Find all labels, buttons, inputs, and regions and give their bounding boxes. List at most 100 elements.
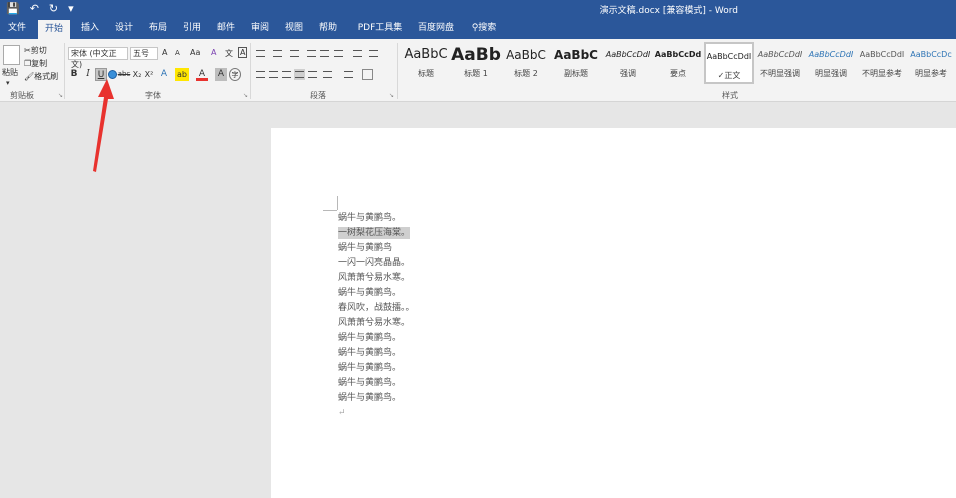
paragraph-line[interactable]: 蜗牛与黄鹂鸟。 <box>338 287 401 299</box>
multilevel-list-icon[interactable] <box>289 48 300 59</box>
justify-icon[interactable] <box>294 69 305 80</box>
tab-help[interactable]: 帮助 <box>314 18 342 39</box>
paragraph-line[interactable]: 风萧萧兮易水寒。 <box>338 272 410 284</box>
paragraph-line[interactable]: 春风吹，战鼓擂。。 <box>338 302 415 314</box>
style-title[interactable]: AaBbC 标题 <box>401 42 451 84</box>
enclose-characters-button[interactable]: 字 <box>229 68 241 81</box>
paragraph-line-selected[interactable]: 一树梨花压海棠。 <box>338 227 411 239</box>
customize-qat-icon[interactable]: ▾ <box>68 2 74 16</box>
paragraph-launcher-icon[interactable]: ↘ <box>389 92 394 99</box>
paragraph-line[interactable]: 蜗牛与黄鹂鸟 <box>338 242 392 254</box>
increase-indent-icon[interactable] <box>319 48 330 59</box>
tab-file[interactable]: 文件 <box>0 18 34 39</box>
align-center-icon[interactable] <box>268 69 279 80</box>
style-subtitle[interactable]: AaBbC 副标题 <box>551 42 601 84</box>
group-separator <box>250 43 251 99</box>
ribbon-tabs: 文件 开始 插入 设计 布局 引用 邮件 审阅 视图 帮助 PDF工具集 百度网… <box>0 18 956 39</box>
decrease-indent-icon[interactable] <box>306 48 317 59</box>
sort-icon[interactable] <box>352 48 363 59</box>
clear-formatting-button[interactable]: A <box>211 48 216 57</box>
quick-access-toolbar: 💾 ↶ ↻ ▾ <box>6 2 74 16</box>
group-separator <box>64 43 65 99</box>
style-heading-1[interactable]: AaBb 标题 1 <box>451 42 501 84</box>
shading-icon[interactable] <box>343 69 354 80</box>
distributed-icon[interactable] <box>307 69 318 80</box>
paste-icon[interactable] <box>3 45 20 65</box>
tab-references[interactable]: 引用 <box>178 18 206 39</box>
tab-review[interactable]: 审阅 <box>246 18 274 39</box>
tab-baidu-netdisk[interactable]: 百度网盘 <box>414 18 458 39</box>
character-border-button[interactable]: A <box>238 47 248 58</box>
paste-dropdown-icon[interactable]: ▾ <box>6 79 10 87</box>
strikethrough-button[interactable]: abc <box>117 68 131 81</box>
cut-button[interactable]: ✂剪切 <box>24 45 47 56</box>
font-group-label: 字体 <box>145 91 161 100</box>
tab-design[interactable]: 设计 <box>110 18 138 39</box>
style-strong[interactable]: AaBbCcDd 要点 <box>653 42 703 84</box>
clipboard-group-label: 剪贴板 <box>10 91 34 100</box>
clipboard-launcher-icon[interactable]: ↘ <box>58 92 63 99</box>
paragraph-line[interactable]: 蜗牛与黄鹂鸟。 <box>338 392 401 404</box>
style-normal[interactable]: AaBbCcDdI ✓正文 <box>704 42 754 84</box>
document-page[interactable]: 蜗牛与黄鹂鸟。 一树梨花压海棠。 蜗牛与黄鹂鸟 一闪一闪亮晶晶。 风萧萧兮易水寒… <box>271 128 956 498</box>
style-intense-emphasis[interactable]: AaBbCcDdI 明显强调 <box>806 42 856 84</box>
copy-button[interactable]: ❐复制 <box>24 58 47 69</box>
align-left-icon[interactable] <box>255 69 266 80</box>
scissors-icon: ✂ <box>24 46 31 55</box>
line-spacing-icon[interactable] <box>322 69 333 80</box>
tab-insert[interactable]: 插入 <box>76 18 104 39</box>
tab-view[interactable]: 视图 <box>280 18 308 39</box>
paragraph-line[interactable]: 风萧萧兮易水寒。 <box>338 317 410 329</box>
borders-icon[interactable] <box>362 69 373 80</box>
style-heading-2[interactable]: AaBbC 标题 2 <box>501 42 551 84</box>
font-color-button[interactable]: A <box>196 68 208 81</box>
chinese-layout-icon[interactable] <box>333 48 344 59</box>
paragraph-line[interactable]: 蜗牛与黄鹂鸟。 <box>338 347 401 359</box>
character-shading-button[interactable]: A <box>215 68 227 81</box>
change-case-button[interactable]: Aa <box>190 48 200 57</box>
style-intense-reference[interactable]: AaBbCcDc 明显参考 <box>906 42 956 84</box>
font-size-select[interactable]: 五号 <box>130 47 158 60</box>
superscript-button[interactable]: X² <box>143 68 155 81</box>
align-right-icon[interactable] <box>281 69 292 80</box>
margin-marker <box>337 196 338 210</box>
subscript-button[interactable]: X₂ <box>131 68 143 81</box>
undo-icon[interactable]: ↶ <box>30 2 39 16</box>
paste-button[interactable]: 粘贴 <box>2 67 18 78</box>
window-title: 演示文稿.docx [兼容模式] - Word <box>599 6 738 16</box>
paragraph-line[interactable]: 蜗牛与黄鹂鸟。 <box>338 212 401 224</box>
font-name-select[interactable]: 宋体 (中文正文) <box>68 47 128 69</box>
group-separator <box>397 43 398 99</box>
paragraph-line[interactable]: 蜗牛与黄鹂鸟。 <box>338 332 401 344</box>
paintbrush-icon: 🖌 <box>24 72 35 81</box>
save-icon[interactable]: 💾 <box>6 2 20 16</box>
grow-font-button[interactable]: A <box>162 48 167 57</box>
bold-button[interactable]: B <box>68 68 80 81</box>
tab-search[interactable]: ⚲搜索 <box>464 18 504 39</box>
paragraph-line[interactable]: 蜗牛与黄鹂鸟。 <box>338 377 401 389</box>
tab-pdf-tools[interactable]: PDF工具集 <box>352 18 408 39</box>
style-subtle-emphasis[interactable]: AaBbCcDdI 不明显强调 <box>755 42 805 84</box>
show-marks-icon[interactable] <box>368 48 379 59</box>
bullets-icon[interactable] <box>255 48 266 59</box>
ribbon: 粘贴 ▾ ✂剪切 ❐复制 🖌格式刷 剪贴板 ↘ 宋体 (中文正文) 五号 A A… <box>0 39 956 102</box>
annotation-arrow-icon <box>93 79 114 172</box>
paragraph-line[interactable]: 一闪一闪亮晶晶。 <box>338 257 410 269</box>
style-emphasis[interactable]: AaBbCcDdI 强调 <box>603 42 653 84</box>
font-launcher-icon[interactable]: ↘ <box>243 92 248 99</box>
paragraph-line[interactable]: 蜗牛与黄鹂鸟。 <box>338 362 401 374</box>
margin-marker <box>323 210 337 211</box>
format-painter-button[interactable]: 🖌格式刷 <box>24 71 58 82</box>
styles-group-label: 样式 <box>722 91 738 100</box>
tab-mailings[interactable]: 邮件 <box>212 18 240 39</box>
tab-home[interactable]: 开始 <box>38 20 70 39</box>
shrink-font-button[interactable]: A <box>175 49 180 57</box>
redo-icon[interactable]: ↻ <box>49 2 58 16</box>
paragraph-group-label: 段落 <box>310 91 326 100</box>
phonetic-guide-button[interactable]: 文 <box>225 48 233 59</box>
style-subtle-reference[interactable]: AaBbCcDdI 不明显参考 <box>857 42 907 84</box>
tab-layout[interactable]: 布局 <box>144 18 172 39</box>
numbering-icon[interactable] <box>272 48 283 59</box>
text-effects-button[interactable]: A <box>158 68 170 81</box>
highlight-button[interactable]: ab <box>175 68 189 81</box>
